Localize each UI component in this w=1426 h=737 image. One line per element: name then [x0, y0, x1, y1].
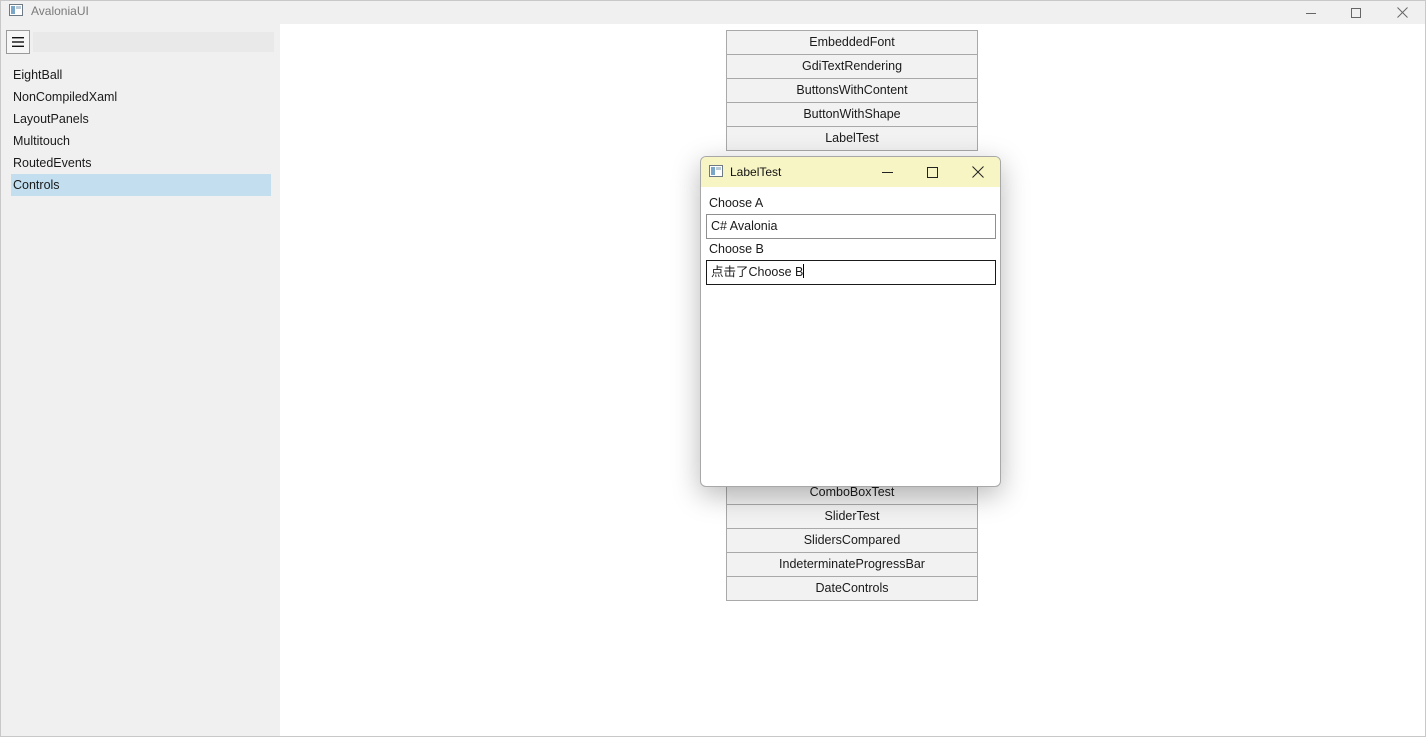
dialog-close-icon[interactable]: [956, 157, 1000, 187]
indeterminateprogressbar-button[interactable]: IndeterminateProgressBar: [726, 552, 978, 577]
choose-a-textbox[interactable]: C# Avalonia: [706, 214, 996, 239]
nav-list: EightBall NonCompiledXaml LayoutPanels M…: [11, 64, 271, 196]
text-caret: [803, 264, 805, 278]
window-title: AvaloniaUI: [31, 4, 89, 18]
choose-b-textbox[interactable]: 点击了Choose B: [706, 260, 996, 285]
choose-b-value: 点击了Choose B: [711, 265, 804, 279]
slidertest-button[interactable]: SliderTest: [726, 504, 978, 529]
dialog-minimize-icon[interactable]: [865, 157, 909, 187]
app-icon: [9, 4, 23, 16]
upper-button-list: EmbeddedFont GdiTextRendering ButtonsWit…: [726, 30, 978, 151]
datecontrols-button[interactable]: DateControls: [726, 576, 978, 601]
hamburger-icon[interactable]: [6, 30, 30, 54]
nav-item-multitouch[interactable]: Multitouch: [11, 130, 271, 152]
buttonwithshape-button[interactable]: ButtonWithShape: [726, 102, 978, 127]
nav-item-layoutpanels[interactable]: LayoutPanels: [11, 108, 271, 130]
nav-item-controls[interactable]: Controls: [11, 174, 271, 196]
nav-item-routedevents[interactable]: RoutedEvents: [11, 152, 271, 174]
lower-button-list: ComboBoxTest SliderTest SlidersCompared …: [726, 480, 978, 601]
labeltest-dialog: LabelTest Choose A C# Avalonia Choose B …: [700, 156, 1001, 487]
dialog-app-icon: [709, 165, 723, 177]
title-bar[interactable]: AvaloniaUI: [1, 1, 1425, 24]
choose-a-label: Choose A: [709, 196, 764, 210]
nav-item-eightball[interactable]: EightBall: [11, 64, 271, 86]
embeddedfont-button[interactable]: EmbeddedFont: [726, 30, 978, 55]
pane-header: [33, 32, 274, 52]
navigation-pane: EightBall NonCompiledXaml LayoutPanels M…: [1, 24, 280, 736]
buttonswithcontent-button[interactable]: ButtonsWithContent: [726, 78, 978, 103]
close-icon[interactable]: [1379, 1, 1425, 24]
maximize-icon[interactable]: [1333, 1, 1379, 24]
dialog-title-bar[interactable]: LabelTest: [701, 157, 1000, 187]
minimize-icon[interactable]: [1288, 1, 1334, 24]
main-window: AvaloniaUI EightBall NonCompiledXaml Lay…: [0, 0, 1426, 737]
dialog-title: LabelTest: [730, 165, 782, 179]
choose-b-label: Choose B: [709, 242, 764, 256]
gditextrendering-button[interactable]: GdiTextRendering: [726, 54, 978, 79]
nav-item-noncompiledxaml[interactable]: NonCompiledXaml: [11, 86, 271, 108]
dialog-maximize-icon[interactable]: [910, 157, 954, 187]
labeltest-button[interactable]: LabelTest: [726, 126, 978, 151]
choose-a-value: C# Avalonia: [711, 219, 778, 233]
sliderscompared-button[interactable]: SlidersCompared: [726, 528, 978, 553]
